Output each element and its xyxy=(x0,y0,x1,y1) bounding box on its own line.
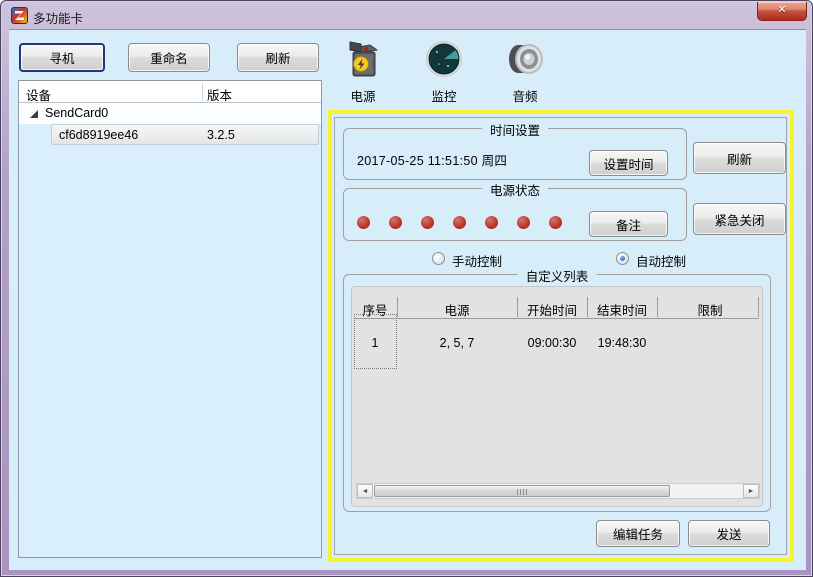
power-indicator-dot xyxy=(485,216,498,229)
app-logo-icon xyxy=(11,7,28,24)
send-button[interactable]: 发送 xyxy=(688,520,770,547)
set-time-button[interactable]: 设置时间 xyxy=(589,150,668,176)
device-column-header[interactable]: 设备 xyxy=(26,85,51,104)
tree-child-row-selected[interactable]: cf6d8919ee46 3.2.5 xyxy=(51,124,319,145)
header-power: 电源 xyxy=(412,300,502,319)
manual-control-radio[interactable] xyxy=(432,252,445,265)
auto-control-radio[interactable] xyxy=(616,252,629,265)
emergency-close-button[interactable]: 紧急关闭 xyxy=(693,203,786,235)
power-indicator-dot xyxy=(549,216,562,229)
header-separator xyxy=(657,297,658,317)
find-device-button[interactable]: 寻机 xyxy=(19,43,105,72)
audio-module-label: 音频 xyxy=(495,86,555,105)
rename-button[interactable]: 重命名 xyxy=(128,43,210,72)
power-indicator-dot xyxy=(357,216,370,229)
window-title: 多功能卡 xyxy=(33,8,83,27)
header-separator xyxy=(587,297,588,317)
child-device-version: 3.2.5 xyxy=(207,128,235,142)
column-separator xyxy=(202,83,203,101)
header-separator xyxy=(397,297,398,317)
device-tree[interactable]: 设备 版本 SendCard0 cf6d8919ee46 3.2.5 xyxy=(18,80,322,558)
window-frame: 多功能卡 ✕ 寻机 重命名 刷新 电源 xyxy=(0,0,813,577)
current-datetime: 2017-05-25 11:51:50 周四 xyxy=(357,150,507,169)
power-icon xyxy=(344,38,382,80)
power-indicator-dot xyxy=(517,216,530,229)
header-underline xyxy=(355,318,759,319)
auto-control-label[interactable]: 自动控制 xyxy=(636,251,686,270)
dialog-content: 寻机 重命名 刷新 电源 xyxy=(9,29,806,570)
refresh-status-button[interactable]: 刷新 xyxy=(693,142,786,174)
cell-end[interactable]: 19:48:30 xyxy=(567,336,677,350)
time-group-title: 时间设置 xyxy=(482,120,548,139)
custom-list-title: 自定义列表 xyxy=(518,266,597,285)
scrollbar-grip-icon xyxy=(517,489,527,495)
header-separator xyxy=(517,297,518,317)
manual-control-label[interactable]: 手动控制 xyxy=(452,251,502,270)
version-column-header[interactable]: 版本 xyxy=(207,85,232,104)
header-limit: 限制 xyxy=(665,300,755,319)
power-group-title: 电源状态 xyxy=(482,180,548,199)
monitor-icon xyxy=(424,38,464,80)
schedule-table[interactable]: 序号 电源 开始时间 结束时间 限制 1 2, 5, 7 09:00:30 19… xyxy=(351,286,763,507)
refresh-button[interactable]: 刷新 xyxy=(237,43,319,72)
module-monitor[interactable]: 监控 xyxy=(414,38,474,105)
module-power[interactable]: 电源 xyxy=(333,38,393,105)
horizontal-scrollbar[interactable]: ◄ ► xyxy=(356,483,760,499)
remark-button[interactable]: 备注 xyxy=(589,211,668,237)
monitor-module-label: 监控 xyxy=(414,86,474,105)
edit-task-button[interactable]: 编辑任务 xyxy=(596,520,680,547)
tree-header: 设备 版本 xyxy=(19,81,321,103)
cell-power[interactable]: 2, 5, 7 xyxy=(402,336,512,350)
power-indicator-dot xyxy=(421,216,434,229)
power-indicator-dot xyxy=(389,216,402,229)
scrollbar-thumb[interactable] xyxy=(374,485,670,497)
power-indicators xyxy=(357,216,562,229)
power-indicator-dot xyxy=(453,216,466,229)
power-module-label: 电源 xyxy=(333,86,393,105)
tree-root-row[interactable]: SendCard0 xyxy=(19,103,321,124)
audio-icon xyxy=(504,38,546,80)
header-end: 结束时间 xyxy=(577,300,667,319)
scroll-right-arrow-icon[interactable]: ► xyxy=(743,484,759,498)
close-button[interactable]: ✕ xyxy=(757,2,807,21)
root-device-name: SendCard0 xyxy=(45,106,108,120)
scroll-left-arrow-icon[interactable]: ◄ xyxy=(357,484,373,498)
expand-triangle-icon[interactable] xyxy=(30,110,38,118)
module-audio[interactable]: 音频 xyxy=(495,38,555,105)
header-separator xyxy=(758,297,759,317)
child-device-name: cf6d8919ee46 xyxy=(59,128,138,142)
titlebar[interactable]: 多功能卡 ✕ xyxy=(1,1,812,29)
